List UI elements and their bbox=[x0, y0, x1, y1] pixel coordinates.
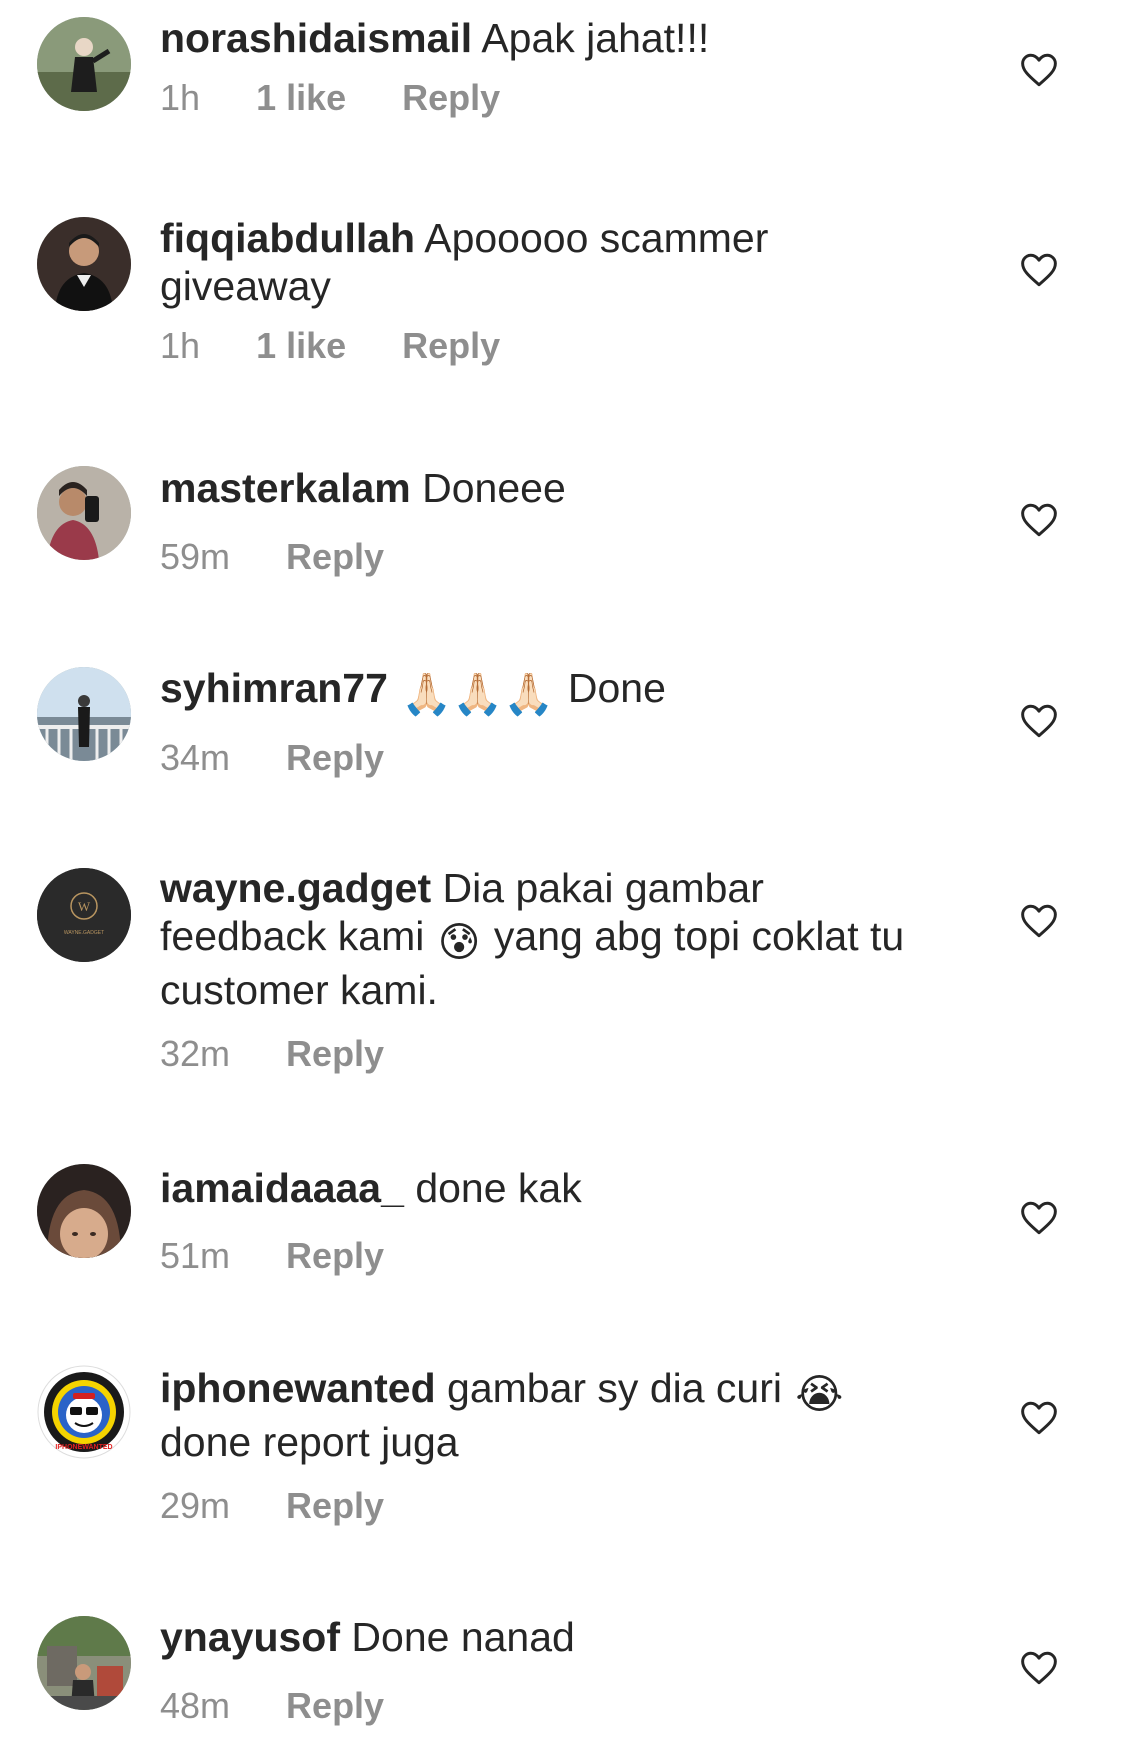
avatar-label: WAYNE.GADGET bbox=[64, 930, 104, 936]
anxious-face-emoji: 😰 bbox=[437, 919, 481, 965]
reply-button[interactable]: Reply bbox=[286, 1485, 384, 1526]
heart-outline-icon[interactable] bbox=[1019, 52, 1059, 88]
comment-text: masterkalam Doneee bbox=[160, 464, 940, 512]
comment-time: 29m bbox=[160, 1485, 231, 1526]
comment-body: Doneee bbox=[422, 465, 566, 511]
reply-button[interactable]: Reply bbox=[286, 536, 384, 577]
comment-username[interactable]: masterkalam bbox=[160, 465, 411, 511]
comment-time: 34m bbox=[160, 737, 231, 778]
comment-text: wayne.gadget Dia pakai gambar feedback k… bbox=[160, 864, 940, 1014]
avatar[interactable] bbox=[37, 466, 131, 560]
reply-button[interactable]: Reply bbox=[402, 77, 500, 118]
comment-body: Done nanad bbox=[351, 1614, 575, 1660]
comment-username[interactable]: syhimran77 bbox=[160, 665, 388, 711]
avatar[interactable]: IPHONEWANTED bbox=[37, 1365, 131, 1459]
avatar[interactable] bbox=[37, 17, 131, 111]
comment-body: gambar sy dia curi bbox=[447, 1365, 782, 1411]
comment-body: done kak bbox=[415, 1165, 582, 1211]
comment-meta: 1h 1 like Reply bbox=[160, 76, 546, 120]
heart-outline-icon[interactable] bbox=[1019, 502, 1059, 538]
comment-body-continued: done report juga bbox=[160, 1419, 459, 1465]
avatar-label: IPHONEWANTED bbox=[55, 1444, 112, 1451]
comment-time: 59m bbox=[160, 536, 231, 577]
crying-face-emoji: 😭 bbox=[795, 1371, 844, 1417]
heart-outline-icon[interactable] bbox=[1019, 703, 1059, 739]
comment-text: fiqqiabdullah Apooooo scammer giveaway bbox=[160, 214, 940, 310]
comment-time: 1h bbox=[160, 325, 201, 366]
avatar[interactable] bbox=[37, 667, 131, 761]
comment-text: iamaidaaaa_ done kak bbox=[160, 1164, 940, 1212]
avatar[interactable] bbox=[37, 1616, 131, 1710]
heart-outline-icon[interactable] bbox=[1019, 1400, 1059, 1436]
reply-button[interactable]: Reply bbox=[286, 1235, 384, 1276]
heart-outline-icon[interactable] bbox=[1019, 1200, 1059, 1236]
comment-text: ynayusof Done nanad bbox=[160, 1613, 940, 1661]
comment-username[interactable]: wayne.gadget bbox=[160, 865, 431, 911]
comment-meta: 51m Reply bbox=[160, 1234, 430, 1278]
heart-outline-icon[interactable] bbox=[1019, 252, 1059, 288]
reply-button[interactable]: Reply bbox=[286, 1685, 384, 1726]
avatar[interactable] bbox=[37, 217, 131, 311]
comment-body: Apak jahat!!! bbox=[481, 15, 710, 61]
comment-username[interactable]: iphonewanted bbox=[160, 1365, 436, 1411]
comment-meta: 34m Reply bbox=[160, 736, 430, 780]
reply-button[interactable]: Reply bbox=[286, 737, 384, 778]
comment-username[interactable]: norashidaismail bbox=[160, 15, 472, 61]
comment-text: iphonewanted gambar sy dia curi 😭 done r… bbox=[160, 1364, 940, 1466]
avatar[interactable]: W WAYNE.GADGET bbox=[37, 868, 131, 962]
comment-meta: 1h 1 like Reply bbox=[160, 324, 546, 368]
comment-username[interactable]: fiqqiabdullah bbox=[160, 215, 415, 261]
svg-text:W: W bbox=[78, 899, 91, 914]
comment-username[interactable]: ynayusof bbox=[160, 1614, 340, 1660]
reply-button[interactable]: Reply bbox=[402, 325, 500, 366]
comment-time: 51m bbox=[160, 1235, 231, 1276]
praying-hands-emoji: 🙏🏻🙏🏻🙏🏻 bbox=[401, 671, 555, 717]
comment-meta: 59m Reply bbox=[160, 535, 430, 579]
comment-body: Done bbox=[567, 665, 666, 711]
heart-outline-icon[interactable] bbox=[1019, 1650, 1059, 1686]
comment-meta: 32m Reply bbox=[160, 1032, 430, 1076]
comment-like-count[interactable]: 1 like bbox=[256, 77, 346, 118]
comment-username[interactable]: iamaidaaaa_ bbox=[160, 1165, 404, 1211]
avatar[interactable] bbox=[37, 1164, 131, 1258]
comment-time: 48m bbox=[160, 1685, 231, 1726]
heart-outline-icon[interactable] bbox=[1019, 903, 1059, 939]
comment-text: syhimran77 🙏🏻🙏🏻🙏🏻 Done bbox=[160, 664, 940, 718]
comment-meta: 48m Reply bbox=[160, 1684, 430, 1728]
comment-time: 1h bbox=[160, 77, 201, 118]
comment-time: 32m bbox=[160, 1033, 231, 1074]
comment-text: norashidaismail Apak jahat!!! bbox=[160, 14, 940, 62]
comment-like-count[interactable]: 1 like bbox=[256, 325, 346, 366]
reply-button[interactable]: Reply bbox=[286, 1033, 384, 1074]
comment-meta: 29m Reply bbox=[160, 1484, 430, 1528]
